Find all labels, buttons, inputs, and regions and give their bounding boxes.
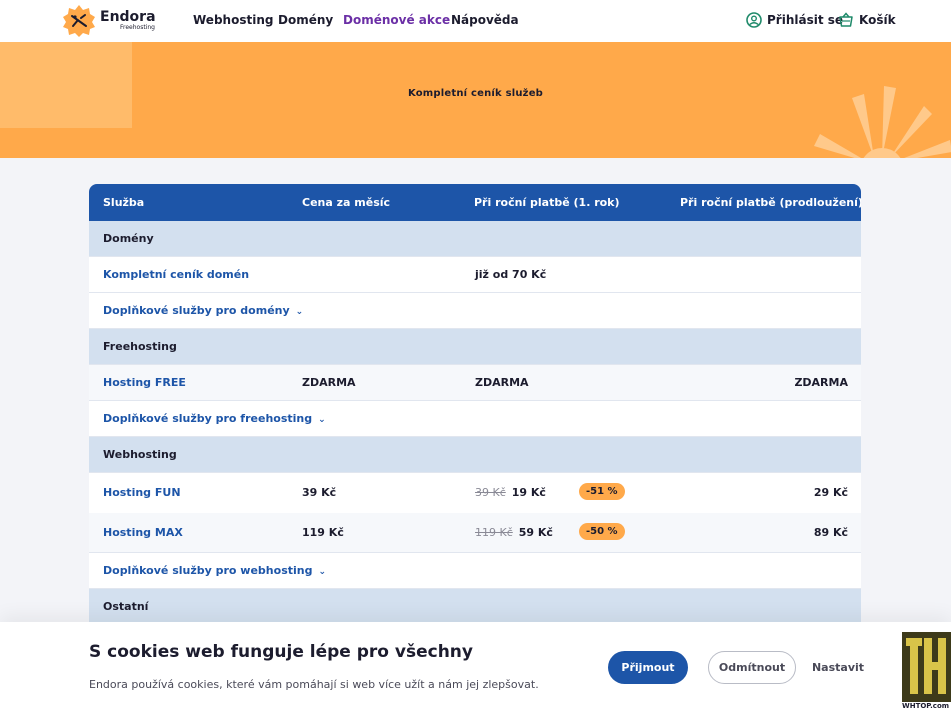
price-table: Služba Cena za měsíc Při roční platbě (1… [89,184,861,625]
addons-row-domeny[interactable]: Doplňkové služby pro domény ⌄ [89,293,861,329]
hero-banner: Kompletní ceník služeb [0,42,951,158]
section-label: Ostatní [103,600,149,613]
nav-webhosting[interactable]: Webhosting [193,13,273,27]
col-header-service: Služba [103,196,145,209]
addons-label: Doplňkové služby pro webhosting [103,564,313,577]
addons-toggle-domeny[interactable]: Doplňkové služby pro domény ⌄ [103,304,303,317]
section-label: Freehosting [103,340,177,353]
hosting-fun-link[interactable]: Hosting FUN [103,486,181,499]
nav-domenove-akce[interactable]: Doménové akce [343,13,450,27]
watermark-text: WHTOP.com [902,702,950,710]
chevron-down-icon: ⌄ [318,415,326,425]
domain-price-value: již od 70 Kč [475,268,547,281]
site-header: Endora Freehosting Webhosting Domény Dom… [0,0,951,42]
cart-label: Košík [859,13,896,27]
new-price: 59 Kč [518,526,553,539]
section-row-freehosting: Freehosting [89,329,861,365]
hosting-free-link[interactable]: Hosting FREE [103,376,186,389]
discount-badge: -50 % [579,523,625,540]
addons-label: Doplňkové služby pro domény [103,304,290,317]
new-price: 19 Kč [511,486,546,499]
monthly-price: 39 Kč [302,486,337,499]
hero-decoration [0,42,132,128]
chevron-down-icon: ⌄ [295,307,304,317]
section-row-webhosting: Webhosting [89,437,861,473]
cookie-title: S cookies web funguje lépe pro všechny [89,642,473,662]
renewal-price: 89 Kč [813,526,848,539]
section-row-ostatni: Ostatní [89,589,861,625]
addons-row-freehosting[interactable]: Doplňkové služby pro freehosting ⌄ [89,401,861,437]
hosting-max-link[interactable]: Hosting MAX [103,526,183,539]
year1-price: 119 Kč 59 Kč [475,526,553,539]
section-label: Domény [103,232,154,245]
addons-toggle-freehosting[interactable]: Doplňkové služby pro freehosting ⌄ [103,412,326,425]
table-row: Hosting FREE ZDARMA ZDARMA ZDARMA [89,365,861,401]
chevron-down-icon: ⌄ [318,567,327,577]
year1-price: ZDARMA [475,376,529,389]
table-row: Kompletní ceník domén již od 70 Kč [89,257,861,293]
table-row: Hosting MAX 119 Kč 119 Kč 59 Kč -50 % 89 … [89,513,861,553]
cookie-text: Endora používá cookies, které vám pomáha… [89,678,539,691]
year1-price: 39 Kč 19 Kč [475,486,546,499]
table-row: Hosting FUN 39 Kč 39 Kč 19 Kč -51 % 29 Kč [89,473,861,513]
domain-pricelist-link[interactable]: Kompletní ceník domén [103,268,249,281]
renewal-price: 29 Kč [813,486,848,499]
login-label: Přihlásit se [767,13,844,27]
page-title: Kompletní ceník služeb [407,88,544,99]
old-price: 119 Kč [475,526,513,539]
discount-badge: -51 % [579,483,625,500]
section-label: Webhosting [103,448,177,461]
renewal-price: ZDARMA [794,376,848,389]
whtop-watermark-icon [902,632,951,702]
endora-logo-icon[interactable] [62,4,96,38]
cart-icon [839,12,853,27]
addons-toggle-webhosting[interactable]: Doplňkové služby pro webhosting ⌄ [103,564,326,577]
monthly-price: 119 Kč [302,526,344,539]
col-header-year1: Při roční platbě (1. rok) [474,196,620,209]
col-header-monthly: Cena za měsíc [302,196,391,209]
cookie-banner: S cookies web funguje lépe pro všechny E… [0,622,951,713]
cart-button[interactable]: Košík [838,12,896,28]
old-price: 39 Kč [475,486,506,499]
logo-text[interactable]: Endora [100,9,156,25]
cookie-settings-button[interactable]: Nastavit [806,651,870,684]
user-icon [746,12,762,28]
addons-row-webhosting[interactable]: Doplňkové služby pro webhosting ⌄ [89,553,861,589]
nav-napoveda[interactable]: Nápověda [451,13,519,27]
table-header: Služba Cena za měsíc Při roční platbě (1… [89,184,861,221]
monthly-price: ZDARMA [302,376,356,389]
logo-subtitle: Freehosting [120,24,155,31]
reject-cookies-button[interactable]: Odmítnout [708,651,796,684]
login-button[interactable]: Přihlásit se [746,12,843,28]
nav-domeny[interactable]: Domény [278,13,333,27]
col-header-renewal: Při roční platbě (prodloužení) [680,196,861,209]
section-row-domeny: Domény [89,221,861,257]
accept-cookies-button[interactable]: Přijmout [608,651,688,684]
addons-label: Doplňkové služby pro freehosting [103,412,313,425]
